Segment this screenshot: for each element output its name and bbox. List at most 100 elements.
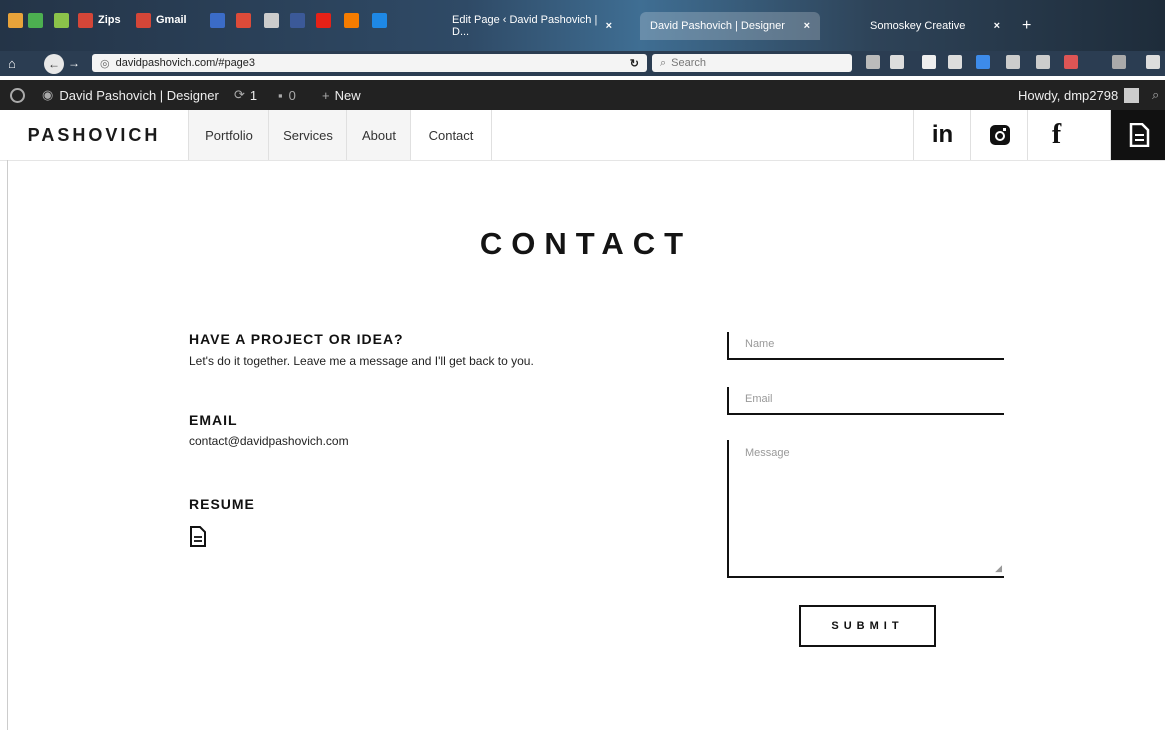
search-placeholder: Search	[671, 57, 707, 69]
page-icon[interactable]	[922, 55, 936, 69]
bookmark-1[interactable]	[8, 10, 28, 30]
bookmark-icon	[8, 12, 23, 28]
bookmark-rss[interactable]	[210, 10, 230, 30]
wp-admin-bar: ◉ David Pashovich | Designer ⟳ 1 ▪ 0 + New H…	[0, 80, 1165, 110]
updates-icon: ⟳	[234, 87, 245, 102]
menu-icon[interactable]	[1146, 55, 1160, 69]
tab-edit-page[interactable]: Edit Page ‹ David Pashovich | D... ×	[442, 12, 622, 40]
bookmark-3[interactable]	[54, 10, 74, 30]
tab-label: David Pashovich | Designer	[650, 20, 785, 32]
resume-header-icon[interactable]	[1110, 110, 1165, 160]
bookmark-gmail[interactable]: Gmail	[136, 10, 187, 30]
bookmark-app[interactable]	[264, 10, 284, 30]
name-field[interactable]: Name	[727, 332, 1004, 360]
forward-button[interactable]: →	[68, 56, 80, 70]
reload-icon[interactable]: ↻	[630, 57, 639, 70]
tab-somoskey[interactable]: Somoskey Creative ×	[860, 12, 1010, 40]
new-tab-button[interactable]: +	[1012, 12, 1036, 40]
comments-count: 0	[288, 87, 296, 103]
resize-handle-icon[interactable]: ◢	[995, 563, 1002, 574]
search-icon[interactable]	[1006, 55, 1020, 69]
new-label: New	[334, 87, 361, 103]
url-text: davidpashovich.com/#page3	[115, 57, 256, 69]
extension-icon[interactable]	[1112, 55, 1126, 69]
bookmark-label: Gmail	[156, 14, 187, 26]
bookmark-2[interactable]	[28, 10, 48, 30]
bookmark-facebook[interactable]	[290, 10, 310, 30]
youtube-icon	[316, 12, 331, 28]
avatar	[1124, 87, 1140, 103]
gmail-icon	[136, 12, 151, 28]
site-logo[interactable]: PASHOVICH	[0, 110, 188, 160]
email-link[interactable]: contact@davidpashovich.com	[189, 434, 349, 448]
bookmark-app2[interactable]	[372, 10, 392, 30]
name-placeholder: Name	[745, 338, 775, 350]
back-button[interactable]: ←	[44, 54, 64, 74]
close-icon[interactable]: ×	[804, 20, 810, 32]
tab-label: Somoskey Creative	[870, 20, 966, 32]
facebook-icon	[290, 12, 305, 28]
reader-icon[interactable]	[890, 55, 904, 69]
page-title: CONTACT	[479, 226, 693, 261]
comments-link[interactable]: ▪ 0	[278, 80, 296, 110]
resume-heading: RESUME	[189, 496, 255, 512]
site-header: PASHOVICH Portfolio Services About Conta…	[0, 110, 1165, 161]
resume-icon[interactable]	[189, 526, 207, 552]
bookmark-label: Zips	[98, 14, 121, 26]
tab-active[interactable]: David Pashovich | Designer ×	[640, 12, 820, 40]
nav-contact[interactable]: Contact	[410, 110, 492, 160]
dashboard-icon: ◉	[42, 87, 54, 102]
comment-icon: ▪	[278, 87, 283, 103]
message-field[interactable]: Message ◢	[727, 440, 1004, 578]
howdy-label: Howdy, dmp2798	[1018, 87, 1119, 103]
facebook-icon[interactable]: f	[1027, 110, 1085, 160]
search-icon: ⌕	[660, 56, 667, 69]
bookmark-youtube[interactable]	[316, 10, 336, 30]
instagram-icon[interactable]	[970, 110, 1028, 160]
updates-count: 1	[249, 87, 258, 103]
wordpress-icon[interactable]	[10, 80, 25, 110]
site-name: David Pashovich | Designer	[59, 87, 219, 103]
download-icon[interactable]	[976, 55, 990, 69]
account-menu[interactable]: Howdy, dmp2798	[1018, 80, 1140, 110]
blogger-icon	[344, 12, 359, 28]
submit-button[interactable]: SUBMIT	[799, 605, 936, 647]
email-placeholder: Email	[745, 393, 773, 405]
bookmark-blogger[interactable]	[344, 10, 364, 30]
google-plus-icon	[236, 12, 251, 28]
project-text: Let's do it together. Leave me a message…	[189, 354, 534, 368]
save-icon[interactable]	[1036, 55, 1050, 69]
rss-icon	[210, 12, 225, 28]
star-icon[interactable]	[866, 55, 880, 69]
updates-link[interactable]: ⟳ 1	[234, 80, 257, 110]
email-heading: EMAIL	[189, 412, 238, 428]
bookmark-icon	[28, 12, 43, 28]
folder-icon[interactable]	[948, 55, 962, 69]
message-placeholder: Message	[745, 447, 790, 459]
site-name-link[interactable]: ◉ David Pashovich | Designer	[42, 80, 219, 110]
close-icon[interactable]: ×	[606, 20, 612, 32]
gmail-icon	[78, 12, 93, 28]
nav-portfolio[interactable]: Portfolio	[188, 110, 269, 160]
globe-icon: ◎	[100, 57, 110, 70]
nav-about[interactable]: About	[346, 110, 411, 160]
extension-icon[interactable]	[1064, 55, 1078, 69]
close-icon[interactable]: ×	[994, 20, 1000, 32]
new-content-link[interactable]: + New	[322, 80, 361, 110]
nav-services[interactable]: Services	[268, 110, 347, 160]
bookmark-gplus[interactable]	[236, 10, 256, 30]
email-field[interactable]: Email	[727, 387, 1004, 415]
tab-label: Edit Page ‹ David Pashovich | D...	[452, 14, 598, 38]
linkedin-icon[interactable]: in	[913, 110, 971, 160]
bookmark-zips[interactable]: Zips	[78, 10, 121, 30]
project-heading: HAVE A PROJECT OR IDEA?	[189, 331, 404, 347]
search-icon[interactable]: ⌕	[1152, 80, 1159, 110]
bookmark-icon	[54, 12, 69, 28]
search-input[interactable]: ⌕ Search	[652, 54, 852, 72]
browser-tab-bar: Zips Gmail Edit Page ‹ David Pashovich |…	[0, 0, 1165, 51]
url-bar[interactable]: ◎ davidpashovich.com/#page3 ↻	[92, 54, 647, 72]
app-icon	[264, 12, 279, 28]
home-icon[interactable]: ⌂	[8, 56, 16, 71]
plus-icon: +	[322, 87, 330, 103]
app-icon	[372, 12, 387, 28]
